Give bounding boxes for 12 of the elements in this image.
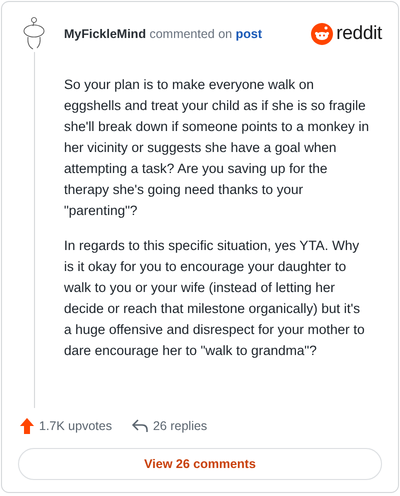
- comment-byline: MyFickleMind commented on post: [64, 27, 262, 41]
- alien-logo-icon: [311, 23, 334, 45]
- reply-count: 26 replies: [152, 419, 208, 433]
- reply-icon: [132, 419, 148, 433]
- brand-wordmark: reddit: [336, 23, 382, 45]
- comment-paragraph: In regards to this specific situation, yes YTA. Why is it okay for you to encourage your daughter to walk to you or your wife (instead of letting her decide or reach that milestone organically) but it's a huge offensive and disrespect for your mother to dare encourage her to "walk to grandma"?: [64, 237, 366, 360]
- comment-paragraph: So your plan is to make everyone walk on eggshells and treat your child as if she is so fragile she'll break down if someone points to a monkey in her vicinity or suggests she have a goal when attempting a task? Are you saving up for the therapy she's going need thanks to your "parenting"?: [64, 76, 370, 220]
- avatar-icon: [21, 16, 47, 50]
- post-link[interactable]: post: [236, 27, 262, 41]
- view-comments-button[interactable]: View 26 comments: [18, 448, 382, 480]
- upvote-count: 1.7K upvotes: [39, 419, 112, 433]
- upvote-icon: [20, 418, 34, 434]
